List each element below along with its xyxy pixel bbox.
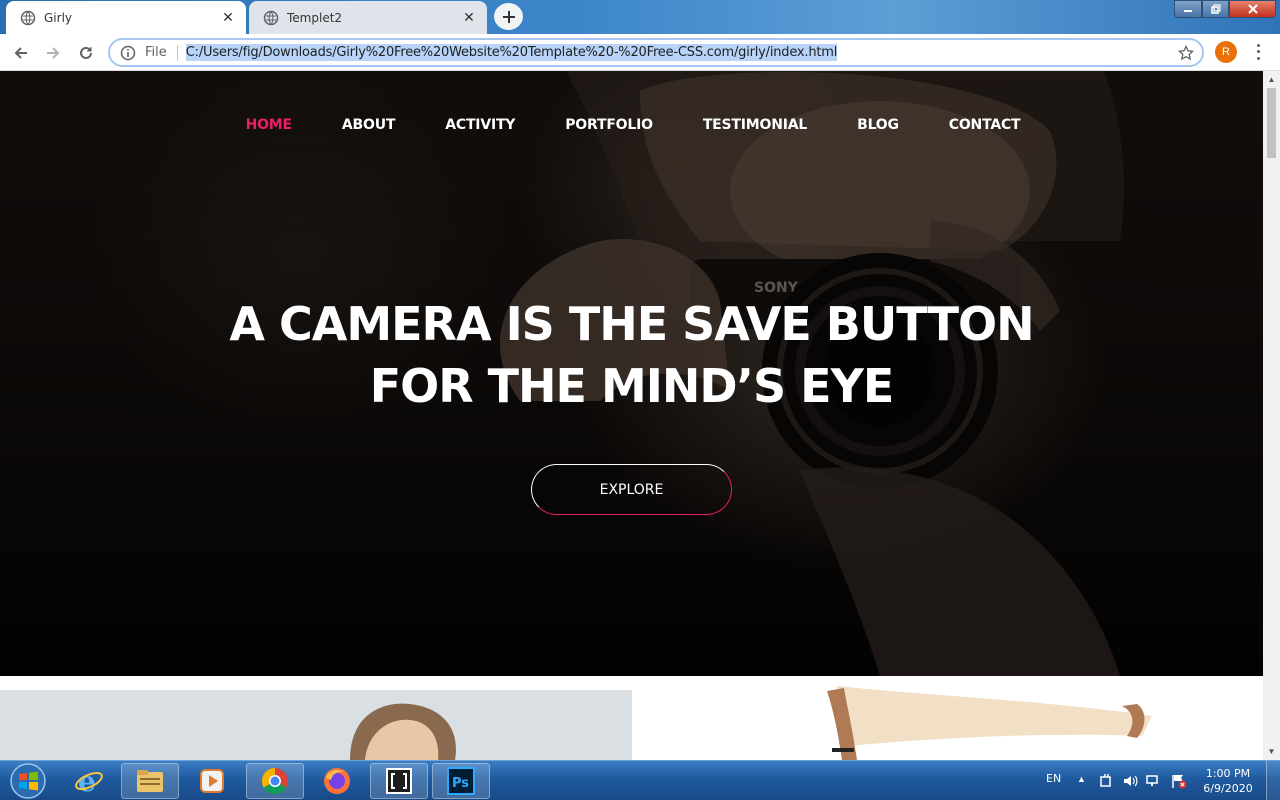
action-center-icon[interactable] [1098,773,1114,789]
network-icon[interactable] [1146,773,1162,789]
show-hidden-icons-icon[interactable]: ▲ [1077,774,1086,784]
address-separator [176,44,178,61]
tab-templet2[interactable]: Templet2 ✕ [249,1,487,34]
nav-about[interactable]: ABOUT [342,117,396,133]
reload-icon [80,46,92,59]
taskbar-file-explorer[interactable] [121,763,179,799]
hero-section: SONY HOME ABOUT ACTIVITY PORTFOLIO TESTI… [0,71,1263,676]
reload-button[interactable] [73,40,99,66]
plus-icon [502,10,515,23]
taskbar-firefox[interactable] [308,763,366,799]
media-player-icon [200,769,224,793]
page-viewport: SONY HOME ABOUT ACTIVITY PORTFOLIO TESTI… [0,71,1263,760]
language-indicator[interactable]: EN [1046,772,1061,785]
minimize-icon [1184,10,1192,12]
address-url[interactable]: C:/Users/fig/Downloads/Girly%20Free%20We… [185,44,837,61]
chrome-icon [261,767,288,795]
folder-icon [137,770,163,792]
taskbar-media-player[interactable] [183,763,241,799]
hero-headline-line-1: A CAMERA IS THE SAVE BUTTON [229,297,1034,351]
gallery-photo-fabric [827,686,1152,760]
arrow-right-icon [47,47,60,59]
close-tab-icon[interactable]: ✕ [461,9,477,26]
start-button[interactable] [3,762,53,800]
show-desktop-button[interactable] [1266,761,1280,800]
gallery-photo-beach [0,676,632,760]
profile-avatar[interactable]: R [1215,41,1237,63]
minimize-window-button[interactable] [1174,0,1202,18]
photoshop-icon: Ps [447,767,475,795]
hero-headline: A CAMERA IS THE SAVE BUTTON FOR THE MIND… [0,293,1263,417]
arrow-left-icon [14,47,27,59]
taskbar-chrome[interactable] [246,763,304,799]
gallery-strip [0,676,1263,760]
taskbar-photoshop[interactable]: Ps [432,763,490,799]
new-tab-button[interactable] [494,3,523,30]
brackets-icon [386,768,412,794]
browser-menu-icon[interactable] [1251,42,1265,62]
nav-portfolio[interactable]: PORTFOLIO [565,117,653,133]
windows-taskbar: e Ps EN ▲ 1:00 PM 6/9/2020 [0,760,1280,800]
nav-blog[interactable]: BLOG [857,117,899,133]
browser-tab-strip: Girly ✕ Templet2 ✕ [0,0,1280,34]
tab-girly[interactable]: Girly ✕ [6,1,246,34]
page-scrollbar[interactable]: ▲ ▼ [1263,71,1280,760]
forward-button[interactable] [40,40,66,66]
close-tab-icon[interactable]: ✕ [220,9,236,26]
flag-error-icon[interactable] [1171,773,1187,789]
nav-activity[interactable]: ACTIVITY [445,117,515,133]
main-navigation: HOME ABOUT ACTIVITY PORTFOLIO TESTIMONIA… [0,117,1263,133]
back-button[interactable] [8,40,34,66]
tab-title: Templet2 [287,10,343,25]
address-scheme-label: File [145,45,167,60]
close-icon [1247,4,1258,14]
browser-toolbar: File C:/Users/fig/Downloads/Girly%20Free… [0,34,1280,71]
taskbar-brackets[interactable] [370,763,428,799]
restore-window-button[interactable] [1202,0,1229,18]
svg-text:e: e [78,766,96,796]
globe-icon [20,10,36,25]
gallery-image-beach[interactable] [0,676,632,760]
globe-icon [263,10,279,25]
scroll-up-arrow-icon[interactable]: ▲ [1263,71,1280,88]
nav-contact[interactable]: CONTACT [949,117,1021,133]
scroll-thumb[interactable] [1267,88,1276,158]
nav-home[interactable]: HOME [246,117,293,133]
taskbar-internet-explorer[interactable]: e [60,763,118,799]
address-bar[interactable]: File C:/Users/fig/Downloads/Girly%20Free… [108,38,1204,67]
windows-start-orb-icon [10,763,46,799]
volume-icon[interactable] [1122,773,1138,789]
restore-icon [1210,4,1221,14]
tab-title: Girly [44,10,73,25]
nav-testimonial[interactable]: TESTIMONIAL [703,117,807,133]
internet-explorer-icon: e [75,766,103,796]
system-clock[interactable]: 1:00 PM 6/9/2020 [1196,766,1260,796]
close-window-button[interactable] [1229,0,1276,18]
gallery-image-fabric[interactable] [632,676,1263,760]
bookmark-star-icon[interactable] [1178,45,1194,61]
svg-text:Ps: Ps [452,776,469,791]
explore-button[interactable]: EXPLORE [531,464,732,515]
firefox-icon [324,768,350,794]
clock-time: 1:00 PM [1205,767,1251,780]
scroll-down-arrow-icon[interactable]: ▼ [1263,743,1280,760]
hero-headline-line-2: FOR THE MIND’S EYE [369,359,895,413]
info-icon[interactable] [120,45,136,61]
clock-date: 6/9/2020 [1203,782,1253,795]
